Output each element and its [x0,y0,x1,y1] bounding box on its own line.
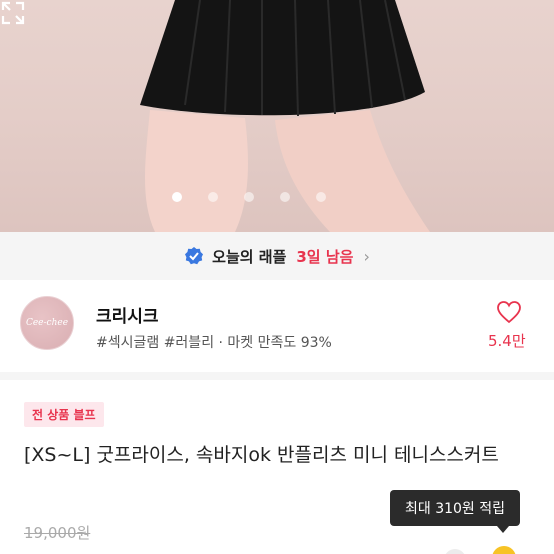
product-title: [XS~L] 굿프라이스, 속바지ok 반플리츠 미니 테니스스커트 [24,444,499,466]
shop-tags: #섹시글램 #러블리 · 마켓 만족도 93% [96,335,332,351]
section-divider [0,372,554,380]
points-coin-icon[interactable] [492,546,516,554]
points-tooltip: 최대 310원 적립 [390,490,520,526]
gallery-dot[interactable] [172,192,182,202]
gallery-dot[interactable] [280,192,290,202]
gallery-dot[interactable] [208,192,218,202]
shop-row[interactable]: Cee-chee 크리시크 #섹시글램 #러블리 · 마켓 만족도 93% 5.… [0,280,554,372]
raffle-banner[interactable]: 오늘의 래플 3일 남음 › [0,232,554,280]
raffle-days-left: 3일 남음 [296,247,354,266]
shop-name[interactable]: 크리시크 [96,302,159,327]
shop-logo[interactable]: Cee-chee [20,296,74,350]
raffle-title: 오늘의 래플 [212,247,287,266]
sale-badge: 전 상품 블프 [24,402,104,427]
product-image[interactable] [0,0,554,232]
gallery-dot[interactable] [244,192,254,202]
expand-icon[interactable] [0,0,26,26]
like-count: 5.4만 [488,332,526,350]
original-price: 19,000원 [24,524,91,542]
verified-check-icon [185,247,204,265]
chevron-right-icon: › [363,246,370,266]
heart-icon[interactable] [496,300,522,324]
coupon-icon[interactable] [444,549,466,554]
gallery-dot[interactable] [316,192,326,202]
tooltip-arrow [497,526,509,533]
shop-logo-text: Cee-chee [25,318,69,328]
gallery-dots[interactable] [0,192,526,202]
